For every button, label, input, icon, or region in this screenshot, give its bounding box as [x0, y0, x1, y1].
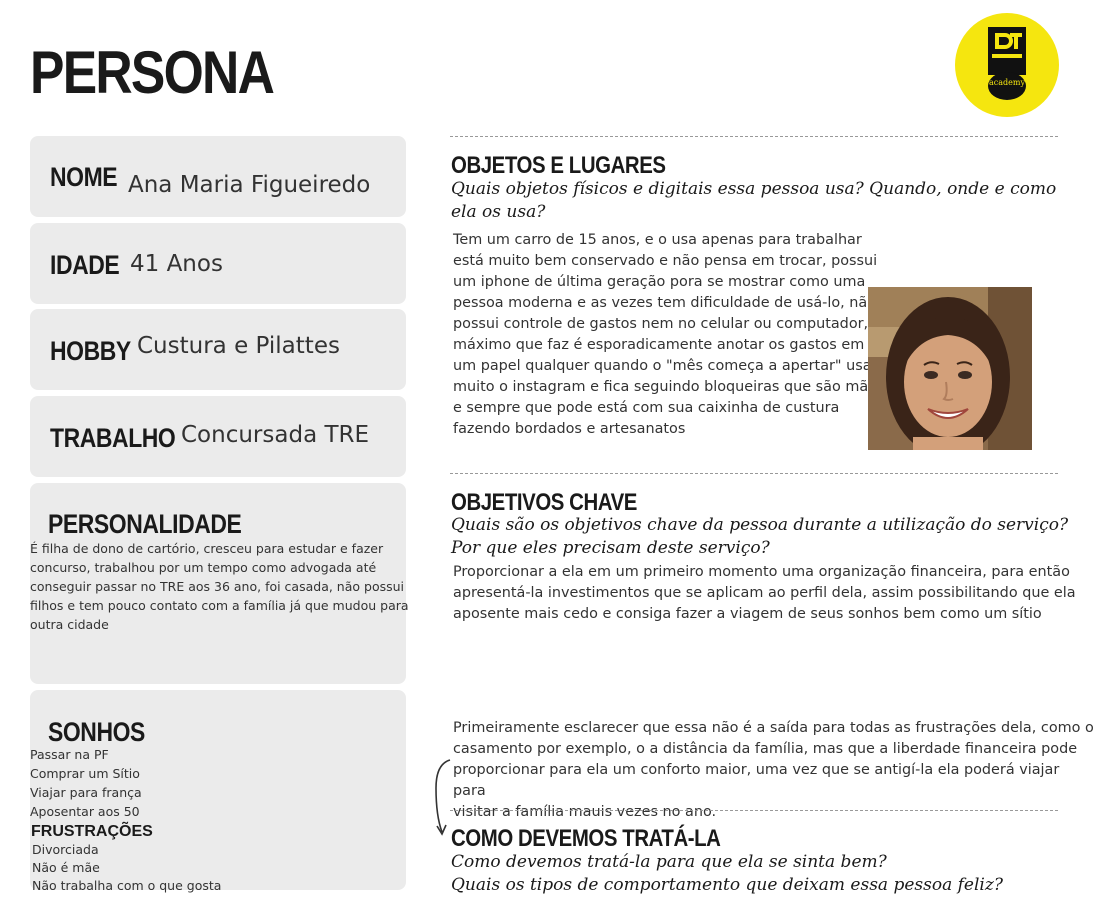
persona-photo [868, 287, 1032, 450]
list-item: Comprar um Sítio [30, 766, 140, 781]
divider [450, 473, 1058, 474]
card-nome: NOME Ana Maria Figueiredo [30, 136, 406, 217]
personalidade-text: É filha de dono de cartório, cresceu par… [30, 541, 409, 632]
objetos-question: Quais objetos físicos e digitais essa pe… [451, 179, 1057, 222]
objetivos-title: OBJETIVOS CHAVE [451, 489, 637, 516]
personalidade-label: PERSONALIDADE [48, 509, 242, 539]
nome-value: Ana Maria Figueiredo [128, 172, 371, 198]
divider [450, 136, 1058, 137]
sonhos-list: Passar na PF Comprar um Sítio Viajar par… [30, 745, 142, 821]
logo-mark-icon: academy [988, 27, 1026, 100]
list-item: Aposentar aos 50 [30, 804, 140, 819]
list-item: Não é mãe [32, 860, 100, 875]
idade-label: IDADE [50, 250, 120, 280]
dt-academy-logo: academy [955, 13, 1059, 117]
objetos-body: Tem um carro de 15 anos, e o usa apenas … [453, 232, 882, 437]
hobby-label: HOBBY [50, 336, 131, 366]
frustracoes-label: FRUSTRAÇÕES [31, 823, 153, 840]
page-title: PERSONA [30, 39, 275, 106]
card-trabalho: TRABALHO Concursada TRE [30, 396, 406, 477]
como-tratar-question: Como devemos tratá-la para que ela se si… [451, 852, 1003, 895]
idade-value: 41 Anos [130, 251, 223, 277]
objetivos-body: Proporcionar a ela em um primeiro moment… [453, 564, 1076, 622]
nome-label: NOME [50, 162, 118, 192]
divider [450, 810, 1058, 811]
logo-text: academy [989, 78, 1025, 87]
list-item: Viajar para frança [30, 785, 142, 800]
como-tratar-title: COMO DEVEMOS TRATÁ-LA [451, 825, 721, 852]
list-item: Passar na PF [30, 747, 109, 762]
card-idade: IDADE 41 Anos [30, 223, 406, 304]
list-item: Não trabalha com o que gosta [32, 878, 222, 893]
objetivos-question: Quais são os objetivos chave da pessoa d… [451, 515, 1069, 558]
card-personalidade: PERSONALIDADE É filha de dono de cartóri… [30, 483, 409, 684]
list-item: Divorciada [32, 842, 99, 857]
sonhos-label: SONHOS [48, 717, 145, 747]
trabalho-label: TRABALHO [50, 423, 176, 453]
tratamento-body: Primeiramente esclarecer que essa não é … [453, 720, 1094, 820]
trabalho-value: Concursada TRE [181, 422, 370, 448]
hobby-value: Custura e Pilattes [137, 333, 340, 359]
objetos-title: OBJETOS E LUGARES [451, 152, 666, 179]
card-sonhos: SONHOS Passar na PF Comprar um Sítio Via… [30, 690, 406, 893]
card-hobby: HOBBY Custura e Pilattes [30, 309, 406, 390]
frustracoes-list: Divorciada Não é mãe Não trabalha com o … [32, 841, 221, 895]
